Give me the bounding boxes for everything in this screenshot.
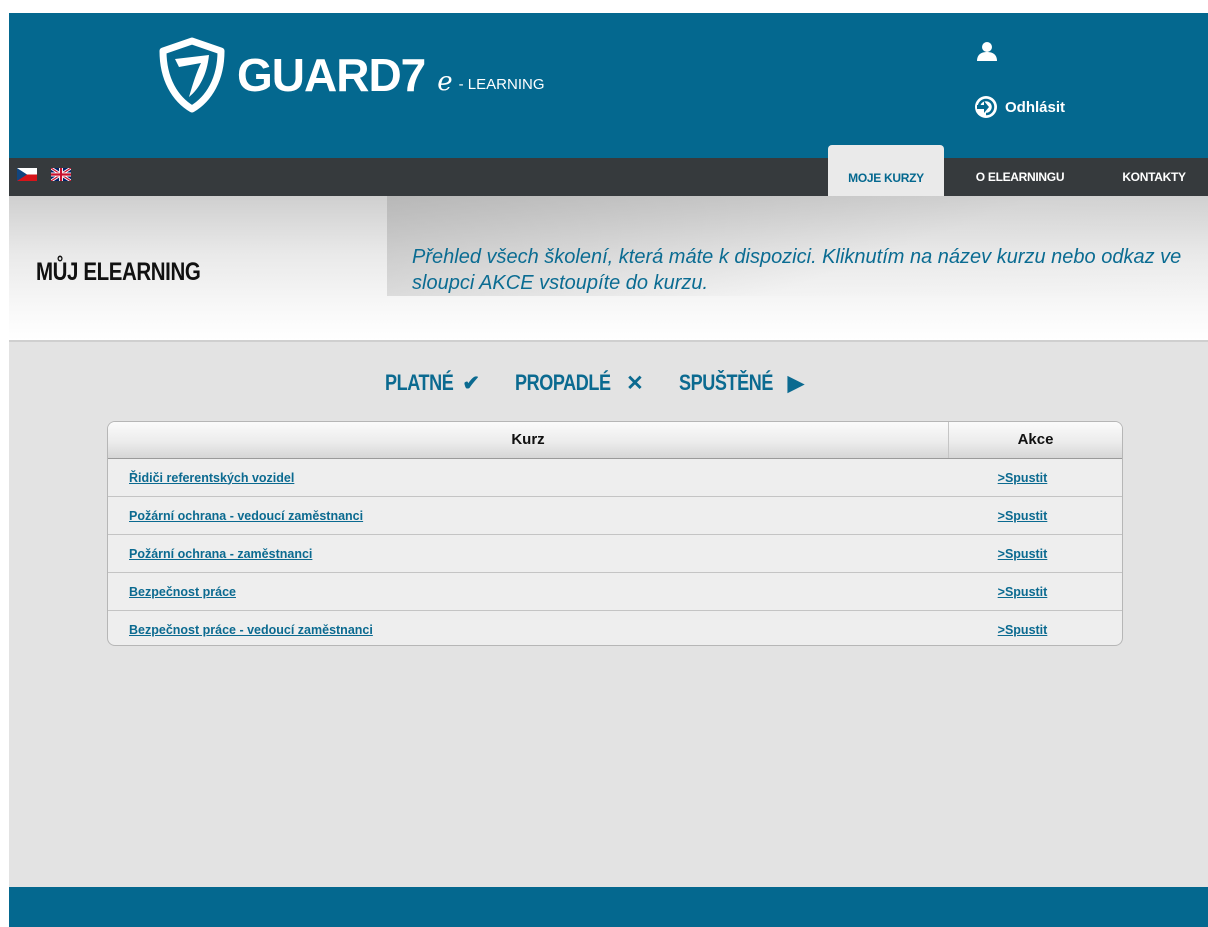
start-course-link[interactable]: >Spustit [998,509,1048,523]
table-row: Požární ochrana - vedoucí zaměstnanci >S… [108,497,1122,535]
logo-learning: - LEARNING [458,75,545,93]
filter-spustene-label: SPUŠTĚNÉ [679,370,774,395]
filter-propadle[interactable]: PROPADLÉ ✕ [515,370,643,396]
play-icon: ▶ [787,371,804,395]
logo-e: e [437,67,453,97]
filter-platne[interactable]: PLATNÉ ✔ [385,370,480,396]
filter-platne-label: PLATNÉ [385,370,454,395]
filter-tabs: PLATNÉ ✔ PROPADLÉ ✕ SPUŠTĚNÉ ▶ [385,370,839,396]
column-header-kurz: Kurz [108,422,949,458]
table-row: Řidiči referentských vozidel >Spustit [108,459,1122,497]
table-row: Bezpečnost práce - vedoucí zaměstnanci >… [108,611,1122,645]
table-row: Požární ochrana - zaměstnanci >Spustit [108,535,1122,573]
column-header-akce: Akce [1017,431,1054,448]
banner: MŮJ ELEARNING Přehled všech školení, kte… [9,196,1208,342]
logo[interactable]: GUARD7 e - LEARNING [157,37,545,113]
course-link[interactable]: Bezpečnost práce [129,585,236,599]
filter-propadle-label: PROPADLÉ [515,370,612,395]
table-header: Kurz Akce [108,422,1122,459]
logout-label: Odhlásit [1005,98,1066,116]
footer [9,887,1208,927]
filter-spustene[interactable]: SPUŠTĚNÉ ▶ [679,370,804,396]
start-course-link[interactable]: >Spustit [998,471,1048,485]
header: GUARD7 e - LEARNING Odhlásit [9,13,1208,158]
course-link[interactable]: Řidiči referentských vozidel [129,471,294,485]
user-icon[interactable] [976,40,998,62]
uk-flag-icon[interactable] [51,168,71,181]
nav-moje-kurzy[interactable]: MOJE KURZY [828,145,944,196]
navbar: MOJE KURZY O ELEARNINGU KONTAKTY [9,145,1208,196]
nav-kontakty[interactable]: KONTAKTY [1109,158,1199,196]
start-course-link[interactable]: >Spustit [998,547,1048,561]
course-link[interactable]: Bezpečnost práce - vedoucí zaměstnanci [129,623,373,637]
course-link[interactable]: Požární ochrana - zaměstnanci [129,547,312,561]
start-course-link[interactable]: >Spustit [998,585,1048,599]
table-row: Bezpečnost práce >Spustit [108,573,1122,611]
page-title: MŮJ ELEARNING [36,258,201,286]
logout-button[interactable]: Odhlásit [974,95,1065,119]
check-icon: ✔ [462,371,480,395]
cz-flag-icon[interactable] [17,168,37,181]
shield-logo-icon [159,37,225,113]
courses-table: Kurz Akce Řidiči referentských vozidel >… [107,421,1123,646]
course-link[interactable]: Požární ochrana - vedoucí zaměstnanci [129,509,363,523]
logout-icon [975,96,997,118]
cross-icon: ✕ [626,371,644,395]
page-frame: GUARD7 e - LEARNING Odhlásit MOJE KURZY … [9,13,1208,927]
logo-text: GUARD7 [237,49,426,101]
nav-o-elearningu[interactable]: O ELEARNINGU [965,158,1075,196]
nav-moje-kurzy-label: MOJE KURZY [848,171,924,185]
page-description: Přehled všech školení, která máte k disp… [412,246,1182,294]
start-course-link[interactable]: >Spustit [998,623,1048,637]
